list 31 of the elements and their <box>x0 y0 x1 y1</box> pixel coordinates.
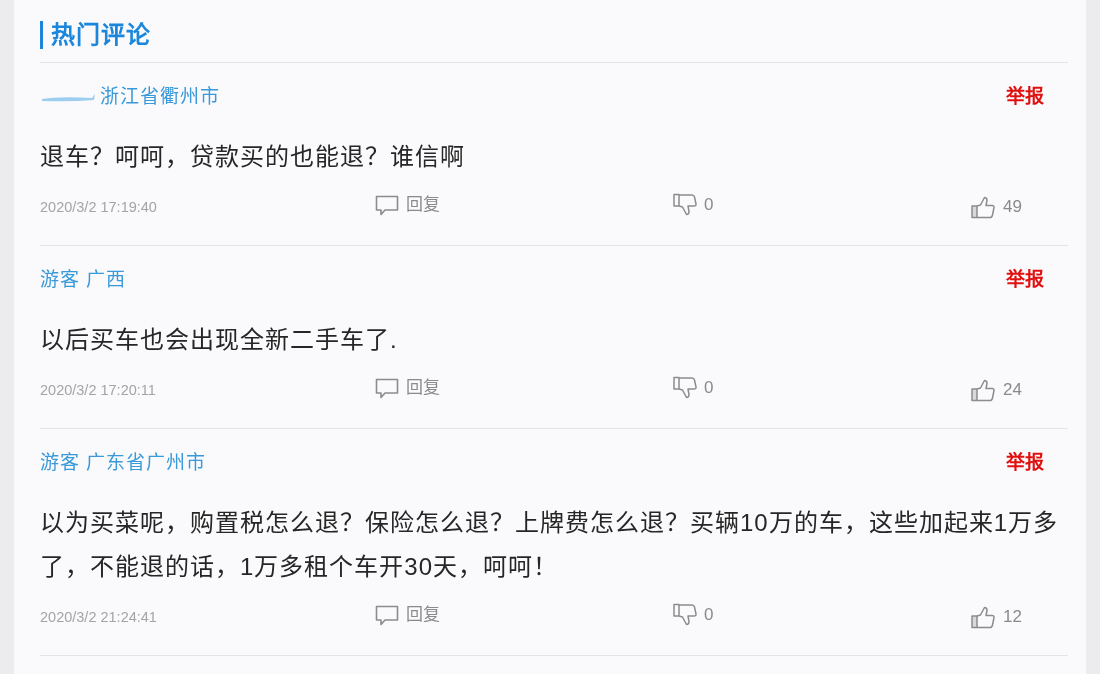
speech-bubble-icon <box>375 194 399 216</box>
report-link[interactable]: 举报 <box>1006 449 1044 477</box>
author-link[interactable]: 浙江省衢州市 <box>100 83 220 111</box>
reply-button[interactable]: 回复 <box>375 601 440 630</box>
like-button[interactable]: 12 <box>971 603 1022 631</box>
thumbs-down-icon <box>673 193 697 217</box>
report-link[interactable]: 举报 <box>1006 83 1044 111</box>
comment-text: 以后买车也会出现全新二手车了. <box>40 325 399 355</box>
speech-bubble-icon <box>375 377 399 399</box>
thumbs-down-icon <box>673 376 697 400</box>
like-button[interactable]: 49 <box>971 193 1022 221</box>
comment-time: 2020/3/2 21:24:41 <box>40 608 158 627</box>
dislike-button[interactable]: 0 <box>673 600 714 629</box>
dislike-button[interactable]: 0 <box>673 190 714 219</box>
thumbs-up-icon <box>971 195 996 219</box>
dislike-button[interactable]: 0 <box>673 373 714 402</box>
author-link[interactable]: 游客 广西 <box>40 266 127 294</box>
reply-button[interactable]: 回复 <box>375 191 440 220</box>
like-button[interactable]: 24 <box>971 376 1022 404</box>
comment-text: 以为买菜呢，购置税怎么退？保险怎么退？上牌费怎么退？买辆10万的车，这些加起来1万多了，不能退的话，1万多租个车开30天，呵呵！ <box>40 508 1060 582</box>
section-title: 热门评论 <box>40 21 151 49</box>
speech-bubble-icon <box>375 604 399 626</box>
comment-time: 2020/3/2 17:19:40 <box>40 198 158 217</box>
reply-button[interactable]: 回复 <box>375 374 440 403</box>
comment-text: 退车？呵呵，贷款买的也能退？谁信啊 <box>40 142 466 172</box>
thumbs-down-icon <box>673 603 697 627</box>
thumbs-up-icon <box>971 378 996 402</box>
author-link[interactable]: 游客 广东省广州市 <box>40 449 207 477</box>
comment-time: 2020/3/2 17:20:11 <box>40 381 157 400</box>
report-link[interactable]: 举报 <box>1006 266 1044 294</box>
thumbs-up-icon <box>971 605 996 629</box>
